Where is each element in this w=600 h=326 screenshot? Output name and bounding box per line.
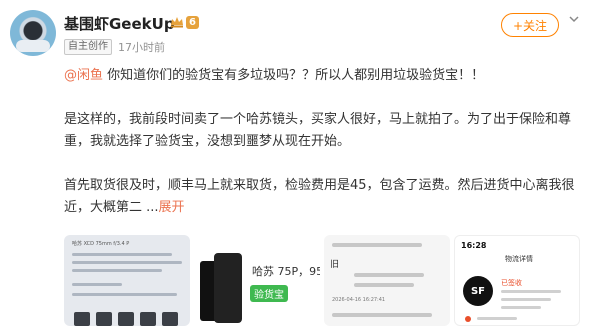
post-paragraph-1: @闲鱼 你知道你们的验货宝有多垃圾吗？？所以人都别用垃圾验货宝！！ xyxy=(64,65,584,87)
image-gallery: 哈苏 XCD 75mm f/3.4 P 哈苏 75P，95 验货宝 旧 2026… xyxy=(64,235,580,326)
post-paragraph-2: 是这样的，我前段时间卖了一个哈苏镜头，买家人很好，马上就拍了。为了出于保险和尊重… xyxy=(64,112,572,149)
mention-link[interactable]: @闲鱼 xyxy=(64,68,103,83)
avatar[interactable] xyxy=(10,10,56,56)
image-thumbnail-2[interactable]: 哈苏 75P，95 验货宝 xyxy=(194,235,320,326)
post-time[interactable]: 17小时前 xyxy=(118,39,165,55)
expand-link[interactable]: 展开 xyxy=(159,200,185,215)
image-thumbnail-4[interactable]: 16:28 物流详情 SF 已签收 xyxy=(454,235,580,326)
thumb4-logo: SF xyxy=(463,276,493,306)
vip-badge[interactable]: 6 xyxy=(170,14,204,30)
user-name[interactable]: 基围虾GeekUp xyxy=(64,13,175,34)
thumb2-product: 哈苏 75P，95 xyxy=(252,265,320,278)
post-paragraph-3-text: 首先取货很及时，顺丰马上就来取货，检验费用是45，包含了运费。然后进货中心离我很… xyxy=(64,178,575,215)
thumb1-header: 哈苏 XCD 75mm f/3.4 P xyxy=(72,241,130,247)
vip-level: 6 xyxy=(186,15,199,29)
chevron-down-icon[interactable] xyxy=(568,13,580,25)
thumb4-status: 已签收 xyxy=(501,279,522,287)
thumb4-time: 16:28 xyxy=(461,241,487,250)
image-thumbnail-1[interactable]: 哈苏 XCD 75mm f/3.4 P xyxy=(64,235,190,326)
crown-icon xyxy=(171,17,183,28)
post-paragraph-3: 首先取货很及时，顺丰马上就来取货，检验费用是45，包含了运费。然后进货中心离我很… xyxy=(64,175,584,219)
post-body: @闲鱼 你知道你们的验货宝有多垃圾吗？？所以人都别用垃圾验货宝！！ 是这样的，我… xyxy=(64,65,584,219)
post-paragraph-1-text: 你知道你们的验货宝有多垃圾吗？？所以人都别用垃圾验货宝！！ xyxy=(103,68,485,83)
thumb2-brand: 验货宝 xyxy=(250,285,288,302)
post-meta: 自主创作 17小时前 xyxy=(64,39,165,55)
thumb3-mark: 旧 xyxy=(330,260,340,270)
thumb3-date: 2026-04-16 16:27:41 xyxy=(332,297,386,303)
follow-button[interactable]: +关注 xyxy=(501,13,559,37)
image-thumbnail-3[interactable]: 旧 2026-04-16 16:27:41 xyxy=(324,235,450,326)
creator-tag: 自主创作 xyxy=(64,39,112,55)
thumb4-title: 物流详情 xyxy=(505,255,533,263)
